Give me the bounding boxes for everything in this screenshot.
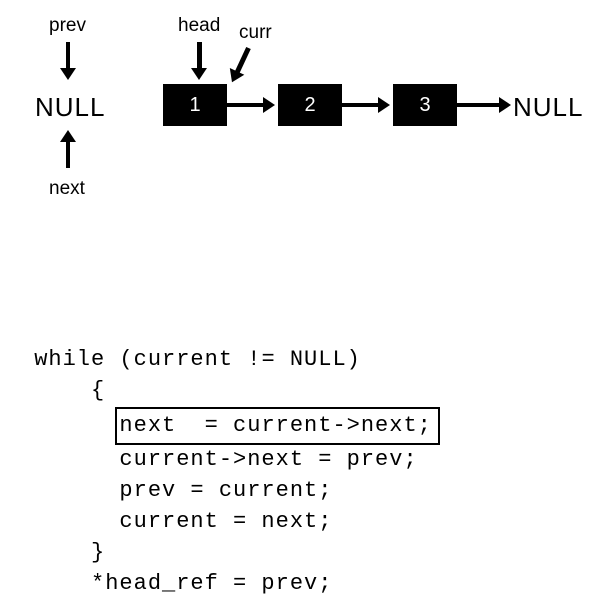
curr-label: curr [239, 22, 272, 44]
code-line-4: current->next = prev; [20, 447, 418, 472]
arrow-1-to-2-icon [227, 103, 265, 107]
node-3: 3 [393, 84, 457, 126]
head-arrow-icon [197, 42, 202, 70]
next-arrow-icon [66, 140, 70, 168]
arrow-2-to-3-icon [342, 103, 380, 107]
prev-arrow-icon [66, 42, 70, 70]
code-block: while (current != NULL) { next = current… [20, 345, 580, 599]
code-line-5: prev = current; [20, 478, 332, 503]
arrow-3-to-null-icon [457, 103, 501, 107]
code-line-1: while (current != NULL) [34, 347, 361, 372]
null-right-text: NULL [513, 92, 583, 123]
code-line-6: current = next; [20, 509, 332, 534]
node-1: 1 [163, 84, 227, 126]
null-left-text: NULL [35, 92, 105, 123]
code-line-3-highlighted: next = current->next; [115, 407, 439, 446]
code-line-2: { [20, 378, 105, 403]
code-line-7: } [20, 540, 105, 565]
next-label: next [49, 178, 85, 200]
linked-list-diagram: prev NULL next head curr 1 2 3 NULL [20, 20, 580, 240]
head-label: head [178, 15, 220, 37]
code-line-8: *head_ref = prev; [20, 571, 332, 596]
node-2: 2 [278, 84, 342, 126]
curr-arrow-icon [234, 47, 250, 74]
prev-label: prev [49, 15, 86, 37]
